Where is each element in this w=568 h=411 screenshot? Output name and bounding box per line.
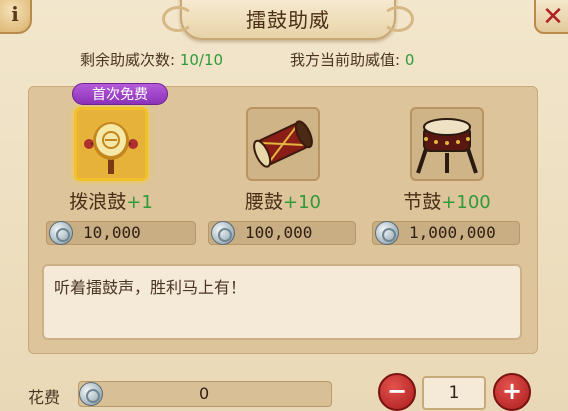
drum-name: 腰鼓+10: [244, 191, 321, 213]
remaining-cheers: 剩余助威次数: 10/10: [80, 49, 223, 70]
increase-quantity-button[interactable]: +: [493, 373, 531, 411]
drum-slot[interactable]: [74, 107, 148, 181]
current-cheer-number: 0: [404, 51, 415, 69]
remaining-cheers-value: 10/10: [179, 51, 224, 69]
decrease-quantity-button[interactable]: −: [378, 373, 416, 411]
cheer-message-box[interactable]: 听着擂鼓声，胜利马上有！: [42, 264, 522, 340]
info-button[interactable]: i: [0, 0, 32, 34]
silver-coin-icon: [49, 221, 73, 245]
price-waist: 100,000: [208, 221, 356, 245]
current-cheer-value: 我方当前助威值: 0: [290, 49, 414, 70]
rattle-drum-icon: [84, 122, 138, 174]
silver-coin-icon: [79, 382, 103, 406]
quantity-field[interactable]: 1: [422, 376, 486, 410]
price-rattle: 10,000: [46, 221, 196, 245]
price-festival: 1,000,000: [372, 221, 520, 245]
dialog-frame: i 擂鼓助威 ✕ 剩余助威次数: 10/10 我方当前助威值: 0 拨浪鼓+1 …: [0, 0, 568, 411]
waist-drum-icon: [253, 120, 313, 168]
silver-coin-icon: [375, 221, 399, 245]
current-cheer-label: 我方当前助威值:: [290, 51, 401, 69]
first-free-badge: 首次免费: [72, 83, 168, 105]
drum-slot[interactable]: [410, 107, 484, 181]
price-value: 10,000: [83, 223, 141, 242]
cost-label: 花费: [28, 388, 61, 407]
festival-drum-icon: [416, 118, 478, 174]
title-plate: 擂鼓助威: [162, 0, 414, 40]
price-value: 1,000,000: [409, 223, 496, 242]
drum-name: 节鼓+100: [403, 191, 491, 213]
cheer-message-text: 听着擂鼓声，胜利马上有！: [54, 278, 247, 297]
dialog-title: 擂鼓助威: [246, 8, 330, 32]
silver-coin-icon: [211, 221, 235, 245]
drum-name: 拨浪鼓+1: [69, 191, 153, 213]
cost-value: 0: [199, 384, 210, 403]
drum-slot[interactable]: [246, 107, 320, 181]
cost-box: 0: [78, 381, 332, 407]
remaining-cheers-label: 剩余助威次数:: [80, 51, 176, 69]
price-value: 100,000: [245, 223, 313, 242]
close-button[interactable]: ✕: [534, 0, 568, 34]
